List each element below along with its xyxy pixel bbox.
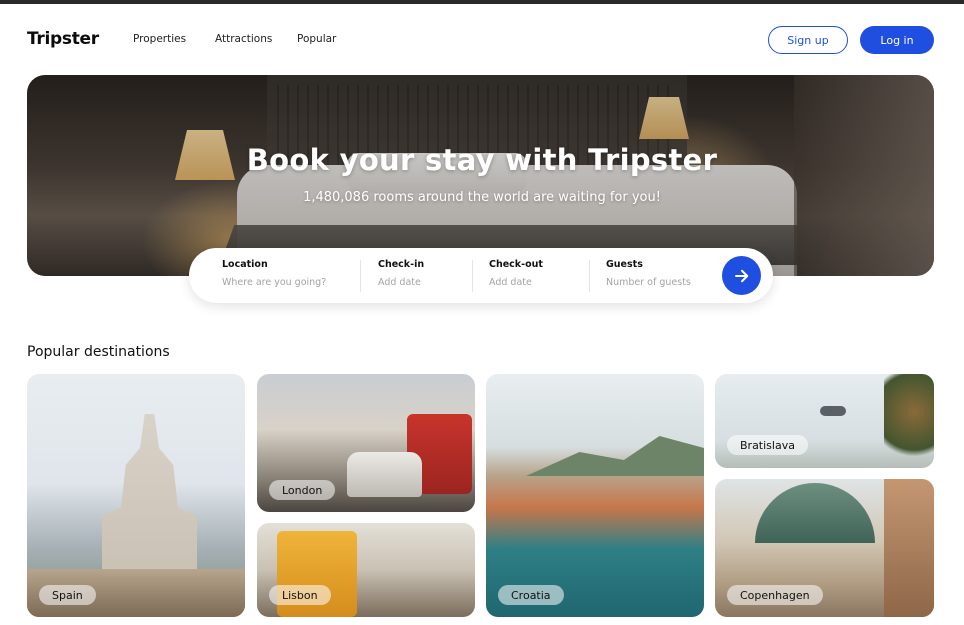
leaves-image — [884, 374, 934, 468]
tower-image — [820, 406, 846, 416]
destination-card-spain[interactable]: Spain — [27, 374, 245, 617]
divider — [472, 260, 473, 292]
destination-card-lisbon[interactable]: Lisbon — [257, 523, 475, 617]
checkin-field[interactable]: Check-in — [378, 259, 468, 293]
destination-card-croatia[interactable]: Croatia — [486, 374, 704, 617]
checkout-field[interactable]: Check-out — [489, 259, 579, 293]
checkout-label: Check-out — [489, 259, 543, 270]
guests-label: Guests — [606, 259, 643, 270]
nav-popular[interactable]: Popular — [297, 33, 336, 45]
taxi-image — [347, 452, 422, 497]
destination-card-london[interactable]: London — [257, 374, 475, 512]
hills-image — [526, 436, 704, 476]
building-image — [884, 479, 934, 617]
hero-title: Book your stay with Tripster — [246, 143, 718, 177]
search-bar: Location Check-in Check-out Guests — [189, 248, 773, 303]
destination-label: London — [269, 480, 336, 500]
dome-image — [755, 483, 875, 543]
destination-label: Spain — [39, 585, 96, 605]
church-image — [102, 414, 197, 584]
destination-label: Copenhagen — [727, 585, 823, 605]
divider — [360, 260, 361, 292]
location-field[interactable]: Location — [222, 259, 342, 293]
search-button[interactable] — [722, 256, 761, 295]
destination-label: Bratislava — [727, 435, 808, 455]
signup-button[interactable]: Sign up — [768, 26, 848, 54]
section-title: Popular destinations — [27, 344, 170, 360]
destination-label: Croatia — [498, 585, 564, 605]
logo[interactable]: Tripster — [27, 29, 99, 49]
destination-label: Lisbon — [269, 585, 331, 605]
nav-properties[interactable]: Properties — [133, 33, 186, 45]
top-bar — [0, 0, 964, 4]
location-label: Location — [222, 259, 268, 270]
destination-card-copenhagen[interactable]: Copenhagen — [715, 479, 934, 617]
destination-card-bratislava[interactable]: Bratislava — [715, 374, 934, 468]
guests-field[interactable]: Guests — [606, 259, 716, 293]
nav-attractions[interactable]: Attractions — [215, 33, 272, 45]
hero-subtitle: 1,480,086 rooms around the world are wai… — [303, 190, 661, 205]
checkin-label: Check-in — [378, 259, 425, 270]
guests-input[interactable] — [606, 277, 716, 288]
location-input[interactable] — [222, 277, 342, 288]
divider — [589, 260, 590, 292]
checkout-input[interactable] — [489, 277, 579, 288]
arrow-right-icon — [734, 269, 748, 282]
checkin-input[interactable] — [378, 277, 468, 288]
login-button[interactable]: Log in — [860, 26, 934, 54]
